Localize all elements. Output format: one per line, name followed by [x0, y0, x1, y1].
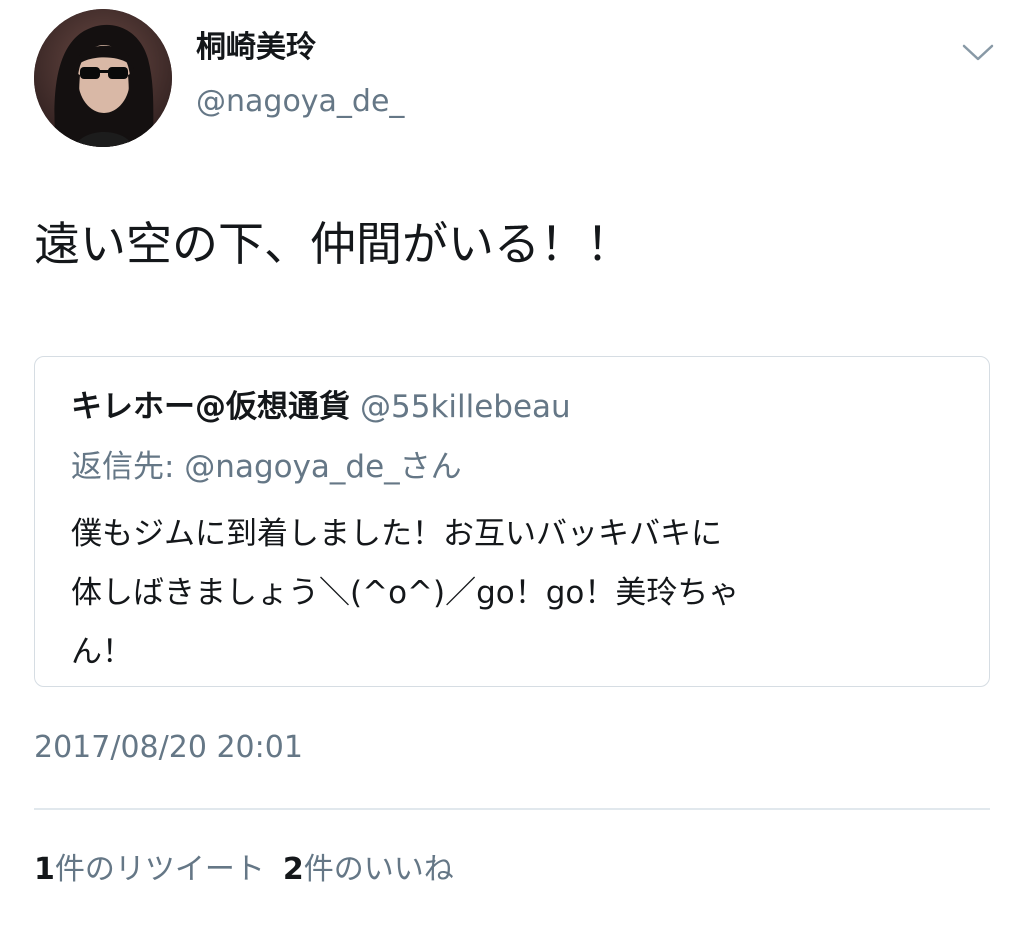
- quoted-body-line: ん！: [71, 634, 133, 670]
- author-display-name[interactable]: 桐崎美玲: [196, 28, 316, 68]
- quoted-author-display-name: キレホー@仮想通貨: [71, 389, 350, 425]
- quoted-tweet-header: キレホー@仮想通貨 @55killebeau: [71, 385, 571, 429]
- retweets-stat[interactable]: 1件のリツイート: [34, 852, 265, 887]
- quoted-tweet-body: 僕もジムに到着しました！お互いバッキバキに 体しばきましょう＼(^o^)／go！…: [71, 505, 951, 682]
- quoted-body-line: 体しばきましょう＼(^o^)／go！go！美玲ちゃ: [71, 575, 740, 611]
- tweet-timestamp[interactable]: 2017/08/20 20:01: [34, 726, 303, 770]
- likes-label: 件のいいね: [303, 852, 454, 887]
- quoted-reply-to: 返信先: @nagoya_de_さん: [71, 449, 462, 485]
- quoted-tweet-card[interactable]: キレホー@仮想通貨 @55killebeau 返信先: @nagoya_de_さん…: [34, 356, 990, 687]
- retweets-count: 1: [34, 852, 55, 887]
- likes-stat[interactable]: 2件のいいね: [283, 852, 454, 887]
- tweet-text: 遠い空の下、仲間がいる！！: [34, 217, 632, 271]
- likes-count: 2: [282, 852, 304, 887]
- chevron-down-icon[interactable]: [960, 38, 996, 66]
- avatar[interactable]: [34, 9, 172, 147]
- quoted-author-handle: @55killebeau: [360, 389, 571, 425]
- tweet-stats: 1件のリツイート 2件のいいね: [34, 848, 454, 892]
- quoted-body-line: 僕もジムに到着しました！お互いバッキバキに: [71, 516, 722, 552]
- divider: [34, 808, 990, 810]
- retweets-label: 件のリツイート: [54, 852, 265, 887]
- author-handle[interactable]: @nagoya_de_: [196, 82, 404, 122]
